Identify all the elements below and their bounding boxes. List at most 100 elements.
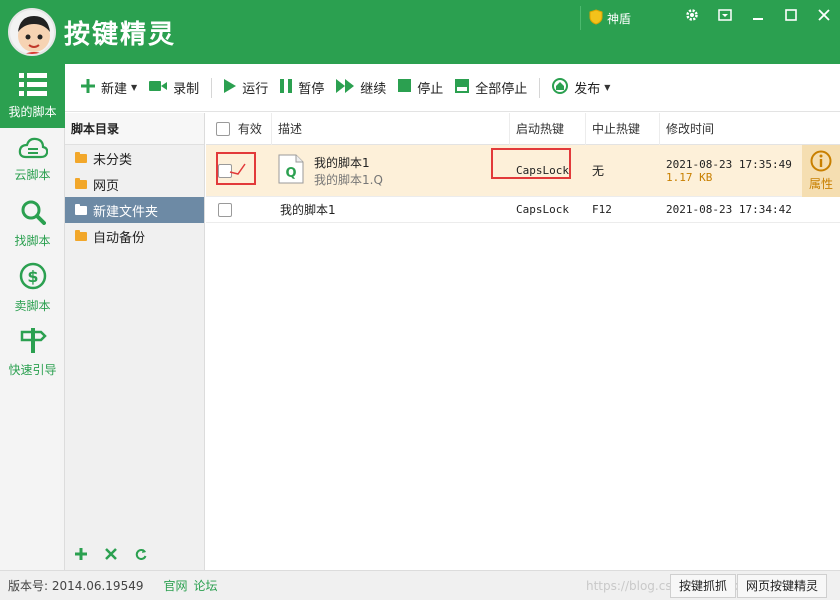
col-stop-hotkey[interactable]: 中止热键 bbox=[586, 112, 660, 145]
fast-forward-icon bbox=[336, 78, 355, 97]
refresh-button[interactable] bbox=[135, 548, 147, 563]
stop-icon bbox=[398, 79, 412, 96]
script-file-icon: Q bbox=[278, 154, 304, 187]
list-icon bbox=[18, 72, 47, 99]
shield-icon bbox=[589, 8, 603, 28]
shield-button[interactable]: 神盾 bbox=[580, 6, 639, 30]
tree-item-label: 自动备份 bbox=[93, 230, 146, 246]
shield-label: 神盾 bbox=[607, 11, 632, 26]
run-label: 运行 bbox=[242, 82, 269, 97]
tree-header: 脚本目录 bbox=[65, 113, 204, 145]
web-macro-button[interactable]: 网页按键精灵 bbox=[737, 574, 828, 598]
script-directory: 脚本目录 未分类 网页 新建文件夹 自动备份 bbox=[65, 113, 205, 570]
continue-label: 继续 bbox=[360, 82, 387, 97]
col-start-hotkey-label: 启动热键 bbox=[516, 121, 565, 136]
official-site-link[interactable]: 官网 bbox=[163, 577, 187, 594]
new-button[interactable]: 新建 ▼ bbox=[75, 74, 143, 102]
nav-sell-scripts[interactable]: $ 卖脚本 bbox=[0, 256, 65, 320]
stop-hotkey[interactable]: 无 bbox=[586, 162, 660, 179]
svg-text:Q: Q bbox=[285, 166, 296, 181]
nav-label: 快速引导 bbox=[8, 363, 57, 377]
stop-all-label: 全部停止 bbox=[475, 82, 528, 97]
nav-label: 云脚本 bbox=[14, 168, 51, 182]
toolbar-divider bbox=[211, 77, 213, 98]
delete-folder-button[interactable] bbox=[105, 547, 117, 563]
dollar-icon: $ bbox=[19, 262, 47, 293]
close-icon bbox=[817, 8, 830, 24]
maximize-icon bbox=[784, 8, 797, 24]
highlight-box-checkbox bbox=[216, 152, 256, 185]
stop-all-button[interactable]: 全部停止 bbox=[449, 74, 533, 102]
tree-item-uncategorized[interactable]: 未分类 bbox=[65, 145, 204, 171]
script-name: 我的脚本1 bbox=[314, 155, 370, 170]
search-icon bbox=[20, 199, 46, 228]
col-valid-label: 有效 bbox=[237, 121, 262, 136]
avatar[interactable] bbox=[8, 8, 56, 56]
stop-hotkey[interactable]: F12 bbox=[586, 203, 660, 216]
forum-link[interactable]: 论坛 bbox=[194, 577, 218, 594]
record-button[interactable]: 录制 bbox=[143, 74, 205, 102]
skin-button[interactable] bbox=[708, 0, 741, 32]
tree-item-web[interactable]: 网页 bbox=[65, 171, 204, 197]
maximize-button[interactable] bbox=[774, 0, 807, 32]
nav-cloud-scripts[interactable]: 云脚本 bbox=[0, 128, 65, 192]
start-hotkey[interactable]: CapsLock bbox=[510, 203, 586, 216]
app-title: 按键精灵 bbox=[64, 20, 177, 50]
version-label: 版本号: 2014.06.19549 bbox=[8, 579, 144, 593]
nav-label: 找脚本 bbox=[14, 234, 51, 248]
home-circle-icon bbox=[552, 77, 569, 98]
folder-icon bbox=[75, 151, 87, 163]
nav-find-scripts[interactable]: 找脚本 bbox=[0, 192, 65, 256]
tree-item-new-folder[interactable]: 新建文件夹 bbox=[65, 197, 204, 223]
row-valid-checkbox[interactable] bbox=[218, 202, 232, 217]
folder-icon bbox=[75, 229, 87, 241]
file-size: 1.17 KB bbox=[666, 170, 713, 184]
capture-tool-button[interactable]: 按键抓抓 bbox=[670, 574, 737, 598]
tree-item-label: 新建文件夹 bbox=[93, 204, 159, 220]
script-name: 我的脚本1 bbox=[280, 203, 336, 217]
nav-label: 我的脚本 bbox=[8, 105, 57, 119]
properties-button[interactable]: 属性 bbox=[802, 145, 840, 197]
svg-text:$: $ bbox=[27, 267, 38, 286]
plus-icon bbox=[75, 547, 87, 563]
folder-icon bbox=[75, 203, 87, 215]
col-desc-label: 描述 bbox=[278, 121, 303, 136]
status-bar: 版本号: 2014.06.19549 官网 论坛 https://blog.cs… bbox=[0, 570, 840, 600]
col-start-hotkey[interactable]: 启动热键 bbox=[510, 112, 586, 145]
stop-all-icon bbox=[455, 78, 470, 97]
run-button[interactable]: 运行 bbox=[218, 74, 274, 102]
col-modified-label: 修改时间 bbox=[666, 121, 715, 136]
table-header: 有效 描述 启动热键 中止热键 修改时间 bbox=[206, 112, 840, 145]
script-table: 有效 描述 启动热键 中止热键 修改时间 Q 我的脚本1 我的脚本1.Q Cap… bbox=[206, 112, 840, 570]
nav-quick-guide[interactable]: 快速引导 bbox=[0, 320, 65, 384]
record-label: 录制 bbox=[173, 82, 200, 97]
add-folder-button[interactable] bbox=[75, 547, 87, 563]
script-file: 我的脚本1.Q bbox=[314, 172, 383, 187]
chevron-down-icon: ▼ bbox=[604, 83, 611, 92]
close-button[interactable] bbox=[807, 0, 840, 32]
minimize-button[interactable] bbox=[741, 0, 774, 32]
toolbar: 新建 ▼ 录制 运行 暂停 继续 停止 全部停止 发布 ▼ bbox=[65, 64, 840, 112]
stop-button[interactable]: 停止 bbox=[392, 74, 449, 102]
plus-icon bbox=[81, 78, 95, 97]
window-menu-icon bbox=[717, 8, 732, 24]
signpost-icon bbox=[19, 326, 47, 357]
play-icon bbox=[224, 78, 237, 97]
info-icon bbox=[810, 150, 832, 175]
pause-button[interactable]: 暂停 bbox=[274, 74, 330, 102]
modified-time: 2021-08-23 17:34:42 bbox=[666, 203, 792, 216]
select-all-checkbox[interactable] bbox=[216, 122, 230, 136]
settings-button[interactable] bbox=[675, 0, 708, 32]
nav-label: 卖脚本 bbox=[14, 299, 51, 313]
col-desc[interactable]: 描述 bbox=[272, 112, 510, 145]
table-row[interactable]: 我的脚本1 CapsLock F12 2021-08-23 17:34:42 bbox=[206, 197, 840, 223]
col-valid[interactable]: 有效 bbox=[206, 112, 272, 145]
folder-icon bbox=[75, 177, 87, 189]
pause-label: 暂停 bbox=[298, 82, 325, 97]
table-row[interactable]: Q 我的脚本1 我的脚本1.Q CapsLock 无 2021-08-23 17… bbox=[206, 145, 840, 197]
tree-item-auto-backup[interactable]: 自动备份 bbox=[65, 223, 204, 249]
col-modified[interactable]: 修改时间 bbox=[660, 113, 840, 145]
nav-my-scripts[interactable]: 我的脚本 bbox=[0, 64, 71, 128]
publish-button[interactable]: 发布 ▼ bbox=[546, 74, 616, 102]
continue-button[interactable]: 继续 bbox=[330, 74, 392, 102]
